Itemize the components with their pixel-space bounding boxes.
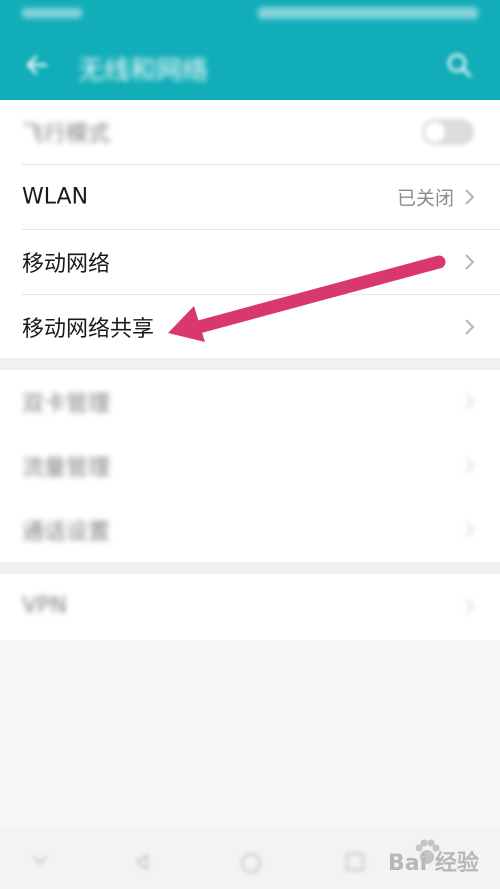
chevron-right-icon xyxy=(465,458,475,474)
row-label: 通话设置 xyxy=(22,520,111,545)
settings-group-network: 飞行模式 WLAN 已关闭 移动网络 移动网络共享 xyxy=(0,100,500,358)
watermark-text: Bai 经验 xyxy=(388,851,479,876)
toggle-knob xyxy=(425,122,445,142)
row-dual-sim[interactable]: 双卡管理 xyxy=(0,370,500,434)
status-icons xyxy=(258,7,478,19)
chevron-right-icon xyxy=(465,598,475,614)
row-label: 移动网络 xyxy=(22,252,111,277)
back-arrow-icon[interactable] xyxy=(22,50,52,80)
chevron-right-icon xyxy=(465,189,475,205)
search-icon[interactable] xyxy=(444,50,474,80)
chevron-right-icon xyxy=(465,394,475,410)
status-bar xyxy=(0,0,500,30)
settings-group-vpn: VPN xyxy=(0,574,500,640)
baidu-jingyan-watermark: Bai 经验 xyxy=(388,835,498,885)
row-call-settings[interactable]: 通话设置 xyxy=(0,498,500,562)
row-data-usage[interactable]: 流量管理 xyxy=(0,434,500,498)
row-label: VPN xyxy=(22,593,67,619)
wlan-status: 已关闭 xyxy=(396,187,454,210)
nav-recents-icon[interactable] xyxy=(345,852,365,876)
settings-group-sim: 双卡管理 流量管理 通话设置 xyxy=(0,370,500,562)
chevron-right-icon xyxy=(465,254,475,270)
row-label: 移动网络共享 xyxy=(22,317,155,342)
page-title: 无线和网络 xyxy=(78,56,209,86)
status-time xyxy=(22,8,82,18)
row-mobile-hotspot[interactable]: 移动网络共享 xyxy=(0,295,500,359)
row-vpn[interactable]: VPN xyxy=(0,574,500,638)
airplane-mode-toggle[interactable] xyxy=(422,119,474,145)
row-label: WLAN xyxy=(22,184,89,210)
group-separator xyxy=(0,562,500,574)
chevron-right-icon xyxy=(465,319,475,335)
row-wlan[interactable]: WLAN 已关闭 xyxy=(0,165,500,229)
row-label: 双卡管理 xyxy=(22,392,111,417)
nav-home-icon[interactable] xyxy=(240,852,262,878)
row-label: 流量管理 xyxy=(22,456,111,481)
app-bar: 无线和网络 xyxy=(0,0,500,100)
chevron-right-icon xyxy=(465,522,475,538)
nav-back-icon[interactable] xyxy=(132,852,152,876)
group-separator xyxy=(0,358,500,370)
nav-down-icon[interactable] xyxy=(30,852,50,872)
row-label: 飞行模式 xyxy=(22,122,111,147)
row-mobile-network[interactable]: 移动网络 xyxy=(0,230,500,294)
row-airplane-mode[interactable]: 飞行模式 xyxy=(0,100,500,164)
